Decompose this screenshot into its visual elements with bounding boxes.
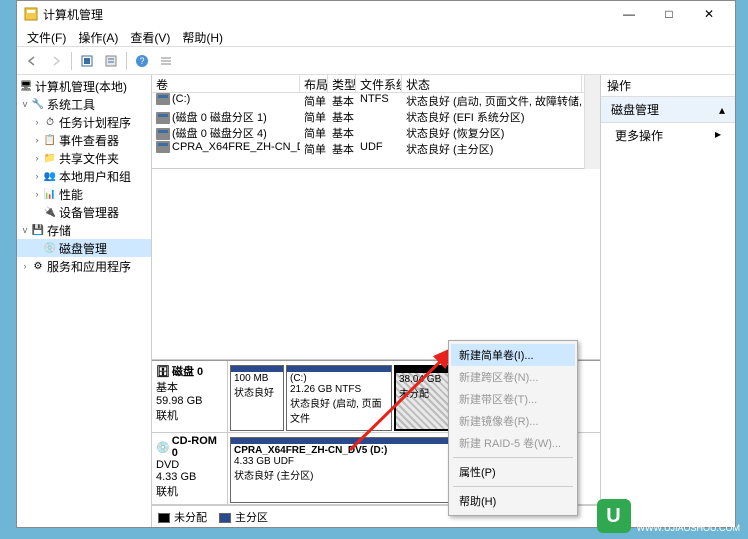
tree-disk-management[interactable]: 💿磁盘管理 bbox=[17, 239, 151, 257]
cdrom-header[interactable]: 💿CD-ROM 0 DVD 4.33 GB 联机 bbox=[152, 433, 228, 504]
menu-separator bbox=[453, 457, 573, 458]
menu-properties[interactable]: 属性(P) bbox=[451, 461, 575, 483]
watermark-url: WWW.UJIAOSHOU.COM bbox=[637, 523, 741, 533]
expander-icon[interactable]: › bbox=[31, 117, 43, 127]
menu-new-mirror-volume: 新建镜像卷(R)... bbox=[451, 410, 575, 432]
expander-icon[interactable]: › bbox=[31, 171, 43, 181]
volume-icon bbox=[156, 128, 170, 140]
volume-row[interactable]: CPRA_X64FRE_ZH-CN_DV5 (D:)简单基本UDF状态良好 (主… bbox=[152, 141, 584, 157]
actions-header: 操作 bbox=[601, 75, 735, 97]
svg-text:?: ? bbox=[139, 56, 144, 66]
spacer bbox=[152, 169, 600, 360]
cdrom-icon: 💿 bbox=[156, 441, 170, 454]
volume-list[interactable]: (C:)简单基本NTFS状态良好 (启动, 页面文件, 故障转储, 基本数据分 … bbox=[152, 93, 584, 169]
legend-primary-swatch bbox=[219, 513, 231, 523]
volume-list-header: 卷 布局 类型 文件系统 状态 bbox=[152, 75, 584, 93]
tree-task-scheduler[interactable]: ›⏱任务计划程序 bbox=[17, 113, 151, 131]
tree-system-tools[interactable]: v🔧系统工具 bbox=[17, 95, 151, 113]
tree-root[interactable]: 🖥计算机管理(本地) bbox=[17, 77, 151, 95]
volume-icon bbox=[156, 141, 170, 153]
back-button[interactable] bbox=[21, 50, 43, 72]
expander-icon[interactable]: v bbox=[19, 99, 31, 109]
actions-more[interactable]: 更多操作▸ bbox=[601, 123, 735, 148]
expander-icon[interactable]: › bbox=[19, 261, 31, 271]
col-type[interactable]: 类型 bbox=[328, 75, 356, 92]
refresh-icon[interactable] bbox=[76, 50, 98, 72]
minimize-button[interactable]: — bbox=[609, 2, 649, 26]
expander-icon[interactable]: › bbox=[31, 135, 43, 145]
watermark-brand: U教授 bbox=[637, 499, 741, 523]
expander-icon[interactable]: › bbox=[31, 153, 43, 163]
col-volume[interactable]: 卷 bbox=[152, 75, 300, 92]
chevron-right-icon: ▸ bbox=[715, 127, 721, 144]
tree-event-viewer[interactable]: ›📋事件查看器 bbox=[17, 131, 151, 149]
volume-row[interactable]: (C:)简单基本NTFS状态良好 (启动, 页面文件, 故障转储, 基本数据分 bbox=[152, 93, 584, 109]
body: 🖥计算机管理(本地) v🔧系统工具 ›⏱任务计划程序 ›📋事件查看器 ›📁共享文… bbox=[17, 75, 735, 527]
partition-efi[interactable]: 100 MB状态良好 bbox=[230, 365, 284, 431]
partition-c[interactable]: (C:)21.26 GB NTFS状态良好 (启动, 页面文件 bbox=[286, 365, 392, 431]
watermark: U U教授 WWW.UJIAOSHOU.COM bbox=[597, 499, 741, 533]
tree-local-users[interactable]: ›👥本地用户和组 bbox=[17, 167, 151, 185]
window-title: 计算机管理 bbox=[43, 6, 609, 23]
actions-section[interactable]: 磁盘管理▴ bbox=[601, 97, 735, 123]
col-fs[interactable]: 文件系统 bbox=[356, 75, 402, 92]
app-icon bbox=[23, 6, 39, 22]
forward-button[interactable] bbox=[45, 50, 67, 72]
menu-new-raid5-volume: 新建 RAID-5 卷(W)... bbox=[451, 432, 575, 454]
titlebar: 计算机管理 — □ ✕ bbox=[17, 1, 735, 27]
actions-pane: 操作 磁盘管理▴ 更多操作▸ bbox=[601, 75, 735, 527]
computer-management-window: 计算机管理 — □ ✕ 文件(F) 操作(A) 查看(V) 帮助(H) ? 🖥计… bbox=[16, 0, 736, 528]
menu-view[interactable]: 查看(V) bbox=[124, 27, 176, 46]
watermark-icon: U bbox=[597, 499, 631, 533]
toolbar: ? bbox=[17, 47, 735, 75]
tree-performance[interactable]: ›📊性能 bbox=[17, 185, 151, 203]
tree-device-manager[interactable]: 🔌设备管理器 bbox=[17, 203, 151, 221]
expander-icon[interactable]: › bbox=[31, 189, 43, 199]
volume-row[interactable]: (磁盘 0 磁盘分区 1)简单基本状态良好 (EFI 系统分区) bbox=[152, 109, 584, 125]
disk-0-header[interactable]: 🗄磁盘 0 基本 59.98 GB 联机 bbox=[152, 361, 228, 432]
maximize-button[interactable]: □ bbox=[649, 2, 689, 26]
col-layout[interactable]: 布局 bbox=[300, 75, 328, 92]
disk-icon: 🗄 bbox=[156, 365, 170, 378]
col-status[interactable]: 状态 bbox=[402, 75, 582, 92]
menu-new-spanned-volume: 新建跨区卷(N)... bbox=[451, 366, 575, 388]
tree-services[interactable]: ›⚙服务和应用程序 bbox=[17, 257, 151, 275]
window-controls: — □ ✕ bbox=[609, 2, 729, 26]
expander-icon[interactable]: v bbox=[19, 225, 31, 235]
tree-shared-folders[interactable]: ›📁共享文件夹 bbox=[17, 149, 151, 167]
menu-action[interactable]: 操作(A) bbox=[72, 27, 124, 46]
menu-file[interactable]: 文件(F) bbox=[21, 27, 72, 46]
menu-new-striped-volume: 新建带区卷(T)... bbox=[451, 388, 575, 410]
menu-new-simple-volume[interactable]: 新建简单卷(I)... bbox=[451, 344, 575, 366]
tree-storage[interactable]: v💾存储 bbox=[17, 221, 151, 239]
properties-icon[interactable] bbox=[100, 50, 122, 72]
volume-icon bbox=[156, 93, 170, 105]
vertical-scrollbar[interactable] bbox=[584, 75, 600, 169]
help-icon[interactable]: ? bbox=[131, 50, 153, 72]
menubar: 文件(F) 操作(A) 查看(V) 帮助(H) bbox=[17, 27, 735, 47]
menu-separator bbox=[453, 486, 573, 487]
volume-icon bbox=[156, 112, 170, 124]
context-menu: 新建简单卷(I)... 新建跨区卷(N)... 新建带区卷(T)... 新建镜像… bbox=[448, 340, 578, 516]
volume-row[interactable]: (磁盘 0 磁盘分区 4)简单基本状态良好 (恢复分区) bbox=[152, 125, 584, 141]
chevron-up-icon: ▴ bbox=[719, 103, 725, 117]
menu-help[interactable]: 帮助(H) bbox=[451, 490, 575, 512]
legend-unallocated-swatch bbox=[158, 513, 170, 523]
tree-pane[interactable]: 🖥计算机管理(本地) v🔧系统工具 ›⏱任务计划程序 ›📋事件查看器 ›📁共享文… bbox=[17, 75, 152, 527]
menu-help[interactable]: 帮助(H) bbox=[176, 27, 229, 46]
list-icon[interactable] bbox=[155, 50, 177, 72]
close-button[interactable]: ✕ bbox=[689, 2, 729, 26]
